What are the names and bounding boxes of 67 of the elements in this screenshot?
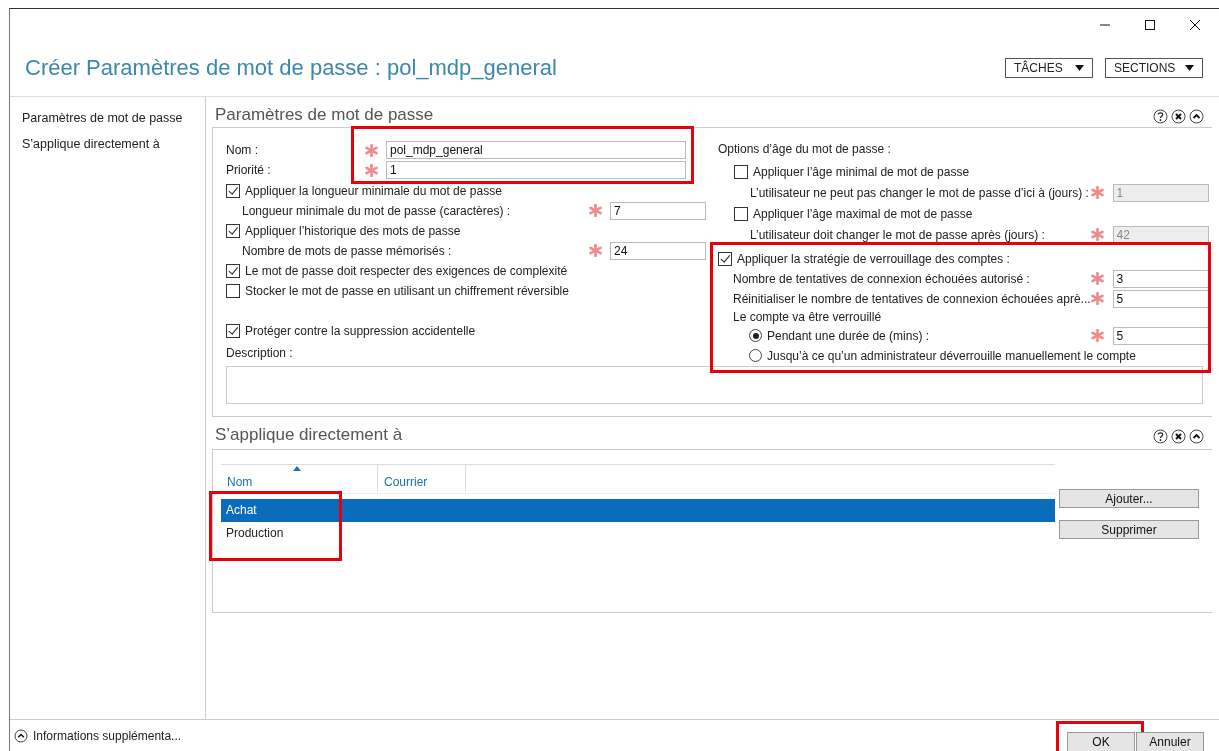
- column-header[interactable]: Nom: [221, 465, 378, 492]
- table-row[interactable]: Production: [221, 522, 1055, 545]
- checkbox[interactable]: [226, 263, 240, 278]
- column-header[interactable]: Courrier: [378, 465, 466, 492]
- collapse-icon[interactable]: [1189, 109, 1204, 124]
- collapse-icon[interactable]: [1189, 429, 1204, 444]
- input-field[interactable]: 3: [1112, 269, 1209, 288]
- input-field[interactable]: 1: [386, 161, 686, 179]
- radio-button[interactable]: [749, 329, 762, 342]
- radio-label[interactable]: Pendant une durée de (mins) :: [767, 328, 930, 343]
- button[interactable]: Supprimer: [1059, 520, 1199, 539]
- field-label: Nombre de tentatives de connexion échouées autorisé :: [733, 271, 1031, 286]
- group-label: Le compte va être verrouillé: [732, 309, 883, 325]
- checkbox-label[interactable]: Le mot de passe doit respecter des exigences de complexité: [245, 263, 568, 278]
- close-icon[interactable]: [1171, 429, 1186, 444]
- help-icon[interactable]: [1153, 109, 1168, 124]
- checkbox-label[interactable]: Appliquer l’âge maximal de mot de passe: [753, 206, 973, 221]
- help-icon[interactable]: [1153, 429, 1168, 444]
- checkbox[interactable]: [718, 251, 732, 266]
- input-field[interactable]: 24: [610, 241, 706, 260]
- maximize-icon[interactable]: [1144, 18, 1156, 31]
- field-label: Longueur minimale du mot de passe (caractères) :: [242, 203, 512, 218]
- section-title: S’applique directement à: [214, 425, 403, 446]
- checkbox[interactable]: [226, 223, 240, 238]
- field-label: L’utilisateur doit changer le mot de passe après (jours) :: [750, 227, 1046, 242]
- checkbox-label[interactable]: Protéger contre la suppression accidentelle: [245, 323, 476, 338]
- input-field[interactable]: pol_mdp_general: [386, 141, 686, 159]
- field-label: Réinitialiser le nombre de tentatives de connexion échouées aprè...: [733, 291, 1091, 306]
- dropdown-button[interactable]: SECTIONS: [1105, 58, 1203, 78]
- window-title: Créer Paramètres de mot de passe : pol_mdp_general: [25, 55, 557, 81]
- checkbox[interactable]: [734, 164, 748, 179]
- checkbox-label[interactable]: Appliquer la longueur minimale du mot de passe: [245, 183, 502, 198]
- link[interactable]: Informations supplémenta...: [33, 728, 182, 743]
- checkbox-label[interactable]: Appliquer la stratégie de verrouillage des comptes :: [737, 251, 1010, 266]
- nav-item[interactable]: S’applique directement à: [22, 137, 205, 151]
- button[interactable]: OK: [1067, 731, 1135, 751]
- caret-icon[interactable]: [1185, 65, 1194, 71]
- checkbox-label[interactable]: Appliquer l’historique des mots de passe: [245, 223, 461, 238]
- dropdown-button[interactable]: TÂCHES: [1005, 58, 1093, 78]
- table-row[interactable]: Achat: [221, 499, 1055, 522]
- caret-icon[interactable]: [1075, 65, 1084, 71]
- radio-label[interactable]: Jusqu’à ce qu’un administrateur déverrouille manuellement le compte: [767, 348, 1136, 363]
- button[interactable]: Ajouter...: [1059, 489, 1199, 508]
- close-icon[interactable]: [1189, 18, 1201, 31]
- input-field[interactable]: 5: [1112, 289, 1209, 308]
- field-label: Description :: [226, 346, 294, 360]
- input-field[interactable]: 7: [610, 201, 706, 220]
- button[interactable]: Annuler: [1136, 731, 1204, 751]
- checkbox[interactable]: [734, 206, 748, 221]
- description-field[interactable]: [226, 366, 1203, 404]
- checkbox[interactable]: [226, 323, 240, 338]
- checkbox-label[interactable]: Stocker le mot de passe en utilisant un chiffrement réversible: [245, 283, 569, 298]
- radio-button[interactable]: [749, 349, 762, 362]
- field-label: Priorité :: [226, 162, 272, 179]
- checkbox[interactable]: [226, 183, 240, 198]
- sort-icon: [293, 466, 301, 471]
- section-title: Paramètres de mot de passe: [214, 105, 434, 126]
- input-field[interactable]: 5: [1112, 326, 1209, 345]
- field-label: L’utilisateur ne peut pas changer le mot de passe d’ici à (jours) :: [750, 185, 1090, 200]
- close-icon[interactable]: [1171, 109, 1186, 124]
- field-label: Nom :: [226, 142, 259, 159]
- field-label: Nombre de mots de passe mémorisés :: [242, 243, 453, 258]
- checkbox-label[interactable]: Appliquer l’âge minimal de mot de passe: [753, 164, 970, 179]
- expand-icon[interactable]: [14, 728, 28, 743]
- group-label: Options d’âge du mot de passe :: [718, 142, 892, 158]
- checkbox[interactable]: [226, 283, 240, 298]
- nav-item[interactable]: Paramètres de mot de passe: [22, 111, 205, 125]
